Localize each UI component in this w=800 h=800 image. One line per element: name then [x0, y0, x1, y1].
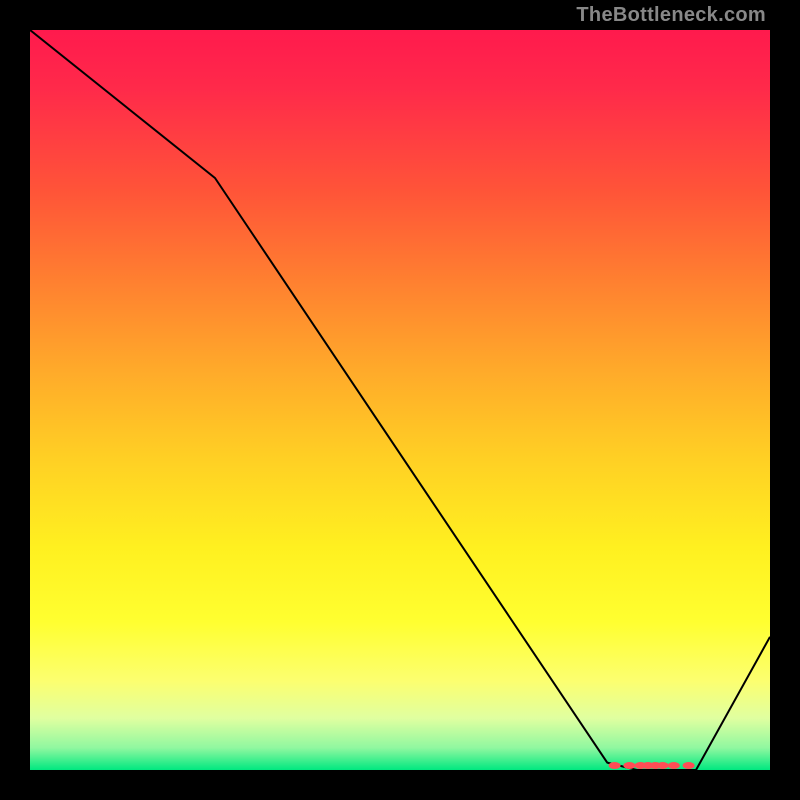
chart-plot-area: [30, 30, 770, 770]
chart-overlay-svg: [30, 30, 770, 770]
marker-cluster: [657, 762, 669, 769]
marker-cluster: [683, 762, 695, 769]
marker-cluster: [623, 762, 635, 769]
series-curve: [30, 30, 770, 770]
chart-line-layer: [30, 30, 770, 770]
attribution-label: TheBottleneck.com: [576, 4, 766, 27]
chart-frame: [0, 0, 800, 800]
marker-cluster: [609, 762, 621, 769]
marker-cluster: [668, 762, 680, 769]
